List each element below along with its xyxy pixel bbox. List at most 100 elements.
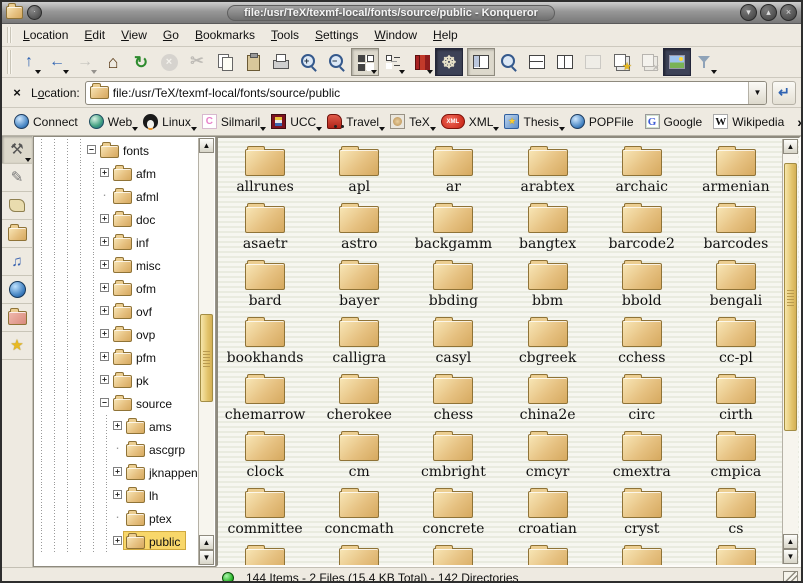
menu-item[interactable]: Window bbox=[366, 26, 425, 44]
folder-item[interactable]: apl bbox=[312, 143, 406, 200]
main-scrollbar[interactable]: ▲ ▲ ▼ bbox=[782, 139, 798, 564]
tree-item[interactable]: + ams bbox=[35, 414, 198, 437]
folder-item[interactable] bbox=[312, 542, 406, 565]
bookmark-books-button[interactable] bbox=[407, 48, 435, 76]
bookmark-item[interactable]: POPFile bbox=[566, 112, 641, 131]
folder-item[interactable]: bayer bbox=[312, 257, 406, 314]
home-button[interactable]: ⌂ bbox=[99, 48, 127, 76]
folder-item[interactable]: cchess bbox=[595, 314, 689, 371]
dropdown-arrow-icon[interactable] bbox=[132, 127, 138, 131]
icon-view-button[interactable] bbox=[351, 48, 379, 76]
filter-button[interactable] bbox=[691, 48, 719, 76]
split-left-right-button[interactable] bbox=[551, 48, 579, 76]
sidebar-root-button[interactable] bbox=[2, 304, 32, 332]
bookmark-item[interactable]: Linux bbox=[139, 112, 198, 131]
folder-item[interactable]: china2e bbox=[500, 371, 594, 428]
folder-item[interactable] bbox=[218, 542, 312, 565]
tree-expander-icon[interactable]: + bbox=[113, 421, 122, 430]
sidebar-history-button[interactable] bbox=[2, 192, 32, 220]
tree-expander-icon[interactable]: − bbox=[100, 398, 109, 407]
scroll-up-button[interactable]: ▲ bbox=[199, 535, 214, 550]
location-input[interactable]: file:/usr/TeX/texmf-local/fonts/source/p… bbox=[85, 81, 767, 105]
bookmark-item[interactable]: TeX bbox=[386, 112, 437, 131]
menu-item[interactable]: Settings bbox=[307, 26, 366, 44]
folder-item[interactable]: backgamm bbox=[406, 200, 500, 257]
scroll-up-button[interactable]: ▲ bbox=[199, 138, 214, 153]
dropdown-arrow-icon[interactable] bbox=[427, 70, 433, 74]
scrollbar-thumb[interactable] bbox=[784, 163, 797, 431]
menu-item[interactable]: Tools bbox=[263, 26, 307, 44]
remove-view-button[interactable] bbox=[579, 48, 607, 76]
zoom-in-button[interactable]: + bbox=[295, 48, 323, 76]
scroll-up-button[interactable]: ▲ bbox=[783, 139, 798, 154]
preview-button[interactable] bbox=[663, 48, 691, 76]
sidebar-edit-button[interactable]: ✎ bbox=[2, 164, 32, 192]
folder-item[interactable]: casyl bbox=[406, 314, 500, 371]
tree-item[interactable]: + inf bbox=[35, 230, 198, 253]
tree-item[interactable]: + ovp bbox=[35, 322, 198, 345]
tree-item[interactable]: + pfm bbox=[35, 345, 198, 368]
folder-item[interactable]: bard bbox=[218, 257, 312, 314]
folder-item[interactable]: cbgreek bbox=[500, 314, 594, 371]
tree-expander-icon[interactable]: + bbox=[113, 490, 122, 499]
tree-item[interactable]: + ovf bbox=[35, 299, 198, 322]
folder-item[interactable]: cs bbox=[689, 485, 783, 542]
folder-item[interactable] bbox=[689, 542, 783, 565]
tree-item[interactable]: + afm bbox=[35, 161, 198, 184]
clear-location-button[interactable]: × bbox=[8, 84, 26, 102]
folder-item[interactable]: concmath bbox=[312, 485, 406, 542]
forward-button[interactable]: → bbox=[71, 48, 99, 76]
folder-item[interactable]: cc-pl bbox=[689, 314, 783, 371]
folder-item[interactable]: cmcyr bbox=[500, 428, 594, 485]
bookmark-item[interactable]: ★ Thesis bbox=[500, 112, 565, 131]
folder-item[interactable]: allrunes bbox=[218, 143, 312, 200]
tree-expander-icon[interactable]: + bbox=[100, 375, 109, 384]
bookmark-item[interactable]: UCC bbox=[267, 112, 323, 131]
bookmark-item[interactable]: Web bbox=[85, 112, 139, 131]
dropdown-arrow-icon[interactable] bbox=[379, 127, 385, 131]
scroll-down-button[interactable]: ▼ bbox=[199, 550, 214, 565]
sidebar-bookmarks-button[interactable]: ★ bbox=[2, 332, 32, 360]
tree-expander-icon[interactable]: · bbox=[100, 191, 109, 200]
folder-item[interactable]: chemarrow bbox=[218, 371, 312, 428]
sticky-button[interactable]: · bbox=[27, 5, 42, 20]
folder-item[interactable]: cherokee bbox=[312, 371, 406, 428]
location-dropdown-button[interactable]: ▼ bbox=[748, 82, 766, 104]
resize-grip-icon[interactable] bbox=[783, 571, 798, 583]
tree-item[interactable]: + pk bbox=[35, 368, 198, 391]
tree-item[interactable]: − fonts bbox=[35, 138, 198, 161]
tree-expander-icon[interactable]: + bbox=[100, 214, 109, 223]
bookmark-item[interactable]: W Wikipedia bbox=[709, 112, 791, 131]
dropdown-arrow-icon[interactable] bbox=[559, 127, 565, 131]
dropdown-arrow-icon[interactable] bbox=[430, 127, 436, 131]
folder-item[interactable]: chess bbox=[406, 371, 500, 428]
dropdown-arrow-icon[interactable] bbox=[63, 70, 69, 74]
new-tab-button[interactable]: ★ bbox=[607, 48, 635, 76]
folder-item[interactable]: asaetr bbox=[218, 200, 312, 257]
tree-expander-icon[interactable]: + bbox=[113, 467, 122, 476]
menu-item[interactable]: Go bbox=[155, 26, 187, 44]
scroll-down-button[interactable]: ▼ bbox=[783, 549, 798, 564]
folder-item[interactable]: committee bbox=[218, 485, 312, 542]
zoom-out-button[interactable]: − bbox=[323, 48, 351, 76]
tree-expander-icon[interactable]: + bbox=[100, 237, 109, 246]
menu-item[interactable]: Edit bbox=[76, 26, 113, 44]
sidebar-services-button[interactable]: ♫ bbox=[2, 248, 32, 276]
folder-item[interactable]: circ bbox=[595, 371, 689, 428]
tree-item[interactable]: + lh bbox=[35, 483, 198, 506]
folder-item[interactable] bbox=[406, 542, 500, 565]
tree-expander-icon[interactable]: − bbox=[87, 145, 96, 154]
folder-item[interactable]: barcodes bbox=[689, 200, 783, 257]
menu-item[interactable]: Help bbox=[425, 26, 466, 44]
dropdown-arrow-icon[interactable] bbox=[493, 127, 499, 131]
folder-item[interactable]: barcode2 bbox=[595, 200, 689, 257]
bookmark-item[interactable]: Connect bbox=[10, 112, 85, 131]
folder-item[interactable]: archaic bbox=[595, 143, 689, 200]
sidebar-home-button[interactable] bbox=[2, 220, 32, 248]
copy-button[interactable] bbox=[211, 48, 239, 76]
folder-item[interactable]: bangtex bbox=[500, 200, 594, 257]
folder-item[interactable]: ar bbox=[406, 143, 500, 200]
list-view-button[interactable] bbox=[379, 48, 407, 76]
maximize-button[interactable]: ▴ bbox=[760, 4, 777, 21]
dropdown-arrow-icon[interactable] bbox=[260, 127, 266, 131]
